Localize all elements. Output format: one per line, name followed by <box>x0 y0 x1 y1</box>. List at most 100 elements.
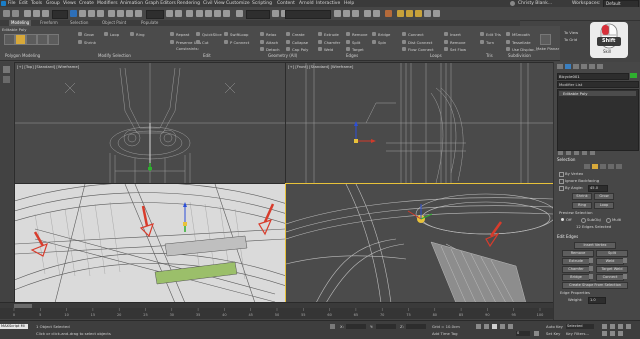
polygon-mode-icon[interactable] <box>37 34 48 45</box>
insert-icon[interactable] <box>444 32 448 36</box>
y-coord-field[interactable] <box>376 324 396 329</box>
menu-content[interactable]: Content <box>277 1 295 6</box>
ribbon-toggle-icon[interactable] <box>352 10 359 17</box>
curve-editor-icon[interactable] <box>364 10 371 17</box>
viewport-left[interactable]: [+] [Left] [Standard] [Edged Faces] <box>14 183 286 304</box>
flow-connect-icon[interactable] <box>402 47 406 51</box>
vertex-mode-icon[interactable] <box>4 34 15 45</box>
remove-button[interactable]: Remove <box>352 32 367 37</box>
dist-connect-button[interactable]: Dist Connect <box>408 40 432 45</box>
polygon-level-icon[interactable] <box>608 164 614 169</box>
cap-poly-icon[interactable] <box>286 47 290 51</box>
use-displace-button[interactable]: Use Displac... <box>512 47 538 52</box>
user-icon[interactable] <box>510 1 515 6</box>
weight-spinner[interactable]: 1.0 <box>588 297 606 304</box>
configure-sets-icon[interactable] <box>590 151 595 155</box>
connect-edge-button[interactable]: Connect <box>596 274 624 281</box>
remove-loop-icon[interactable] <box>444 40 448 44</box>
spinner-snap-icon[interactable] <box>223 10 230 17</box>
to-grid-button[interactable]: To Grid <box>564 37 577 42</box>
ring-button[interactable]: Ring <box>136 32 145 37</box>
cap-poly-button[interactable]: Cap Poly <box>292 47 308 52</box>
split-edge-button[interactable]: Split <box>596 250 628 257</box>
remove-modifier-icon[interactable] <box>582 151 587 155</box>
turn-button[interactable]: Turn <box>486 40 494 45</box>
maxscript-listener-field[interactable]: MAXScript Mi <box>0 324 28 329</box>
maximize-viewport-icon[interactable] <box>618 331 623 336</box>
extrude-button[interactable]: Extrude <box>324 32 339 37</box>
viewport-front[interactable]: [+] [Front] [Standard] [Wireframe] <box>285 62 554 184</box>
spin-icon[interactable] <box>372 40 376 44</box>
timeline-track[interactable]: 0 5 10 15 20 25 30 35 40 45 50 55 60 65 70 75 80 85 90 95 10… <box>0 308 553 319</box>
grow-button[interactable]: Grow <box>594 193 614 200</box>
polygon-modeling-label[interactable]: Polygon Modeling <box>5 53 40 58</box>
element-level-icon[interactable] <box>616 164 622 169</box>
edge-level-icon[interactable] <box>592 164 598 169</box>
swiftloop-icon[interactable] <box>224 32 228 36</box>
ignore-backfacing-checkbox[interactable] <box>559 179 564 184</box>
undo-icon[interactable] <box>3 10 10 17</box>
loop-icon[interactable] <box>104 32 108 36</box>
attach-icon[interactable] <box>260 40 264 44</box>
toggle-scene-explorer-icon[interactable] <box>334 10 341 17</box>
weld-settings-icon[interactable] <box>623 258 627 263</box>
placement-icon[interactable] <box>135 10 142 17</box>
weld-button[interactable]: Weld <box>324 47 333 52</box>
detach-icon[interactable] <box>260 47 264 51</box>
auto-key-button[interactable]: Auto Key <box>546 324 563 329</box>
edit-edges-rollout-header[interactable]: Edit Edges <box>557 234 637 240</box>
edit-tris-icon[interactable] <box>480 32 484 36</box>
key-filters-button[interactable]: Key Filters... <box>566 331 589 336</box>
walk-through-icon[interactable] <box>610 331 615 336</box>
extrude-icon[interactable] <box>318 32 322 36</box>
loop-button[interactable]: Loop <box>594 202 614 209</box>
extrude-settings-icon[interactable] <box>589 258 593 263</box>
set-flow-icon[interactable] <box>444 47 448 51</box>
create-shape-button[interactable]: Create Shape From Selection <box>562 282 628 289</box>
pconnect-button[interactable]: P Connect <box>230 40 249 45</box>
rendered-frame-window-icon[interactable] <box>406 10 413 17</box>
material-editor-icon[interactable] <box>385 10 392 17</box>
quickslice-button[interactable]: QuickSlice <box>202 32 222 37</box>
menu-modifiers[interactable]: Modifiers <box>97 1 118 6</box>
create-button[interactable]: Create <box>292 32 305 37</box>
relax-button[interactable]: Relax <box>266 32 276 37</box>
motion-tab-icon[interactable] <box>581 64 587 69</box>
by-vertex-checkbox[interactable] <box>559 172 564 177</box>
collapse-icon[interactable] <box>286 40 290 44</box>
edge-mode-icon[interactable] <box>15 34 26 45</box>
orbit-icon[interactable] <box>602 324 607 329</box>
ring-button[interactable]: Ring <box>572 202 592 209</box>
insert-vertex-button[interactable]: Insert Vertex <box>574 242 616 249</box>
attach-button[interactable]: Attach <box>266 40 278 45</box>
selection-rollout-header[interactable]: Selection <box>557 157 637 163</box>
select-object-icon[interactable] <box>70 10 77 17</box>
repeat-button[interactable]: Repeat <box>176 32 189 37</box>
render-setup-icon[interactable] <box>397 10 404 17</box>
viewport-layout-tab-icon[interactable] <box>3 76 10 83</box>
select-scale-icon[interactable] <box>126 10 133 17</box>
window-crossing-icon[interactable] <box>97 10 104 17</box>
select-by-name-icon[interactable] <box>79 10 86 17</box>
user-account[interactable]: Christy Blank... <box>518 1 552 6</box>
time-config-icon[interactable] <box>534 331 539 336</box>
split-icon[interactable] <box>346 40 350 44</box>
viewport-top[interactable]: [+] [Top] [Standard] [Wireframe] <box>14 62 286 184</box>
zoom-icon[interactable] <box>618 324 623 329</box>
make-planar-button[interactable]: Make Planar <box>536 46 559 51</box>
set-key-button[interactable]: Set Key <box>546 331 560 336</box>
target-button[interactable]: Target <box>352 47 364 52</box>
snaps-toggle-icon[interactable] <box>196 10 203 17</box>
menu-help[interactable]: Help <box>344 1 354 6</box>
menu-customize[interactable]: Customize <box>226 1 250 6</box>
detach-button[interactable]: Detach <box>266 47 280 52</box>
percent-snap-icon[interactable] <box>214 10 221 17</box>
play-icon[interactable] <box>492 324 497 329</box>
menu-scripting[interactable]: Scripting <box>252 1 272 6</box>
border-level-icon[interactable] <box>600 164 606 169</box>
x-coord-field[interactable] <box>346 324 366 329</box>
preview-multi-radio[interactable] <box>606 218 611 223</box>
mirror-icon[interactable] <box>272 10 279 17</box>
unlink-icon[interactable] <box>33 10 40 17</box>
relax-icon[interactable] <box>260 32 264 36</box>
